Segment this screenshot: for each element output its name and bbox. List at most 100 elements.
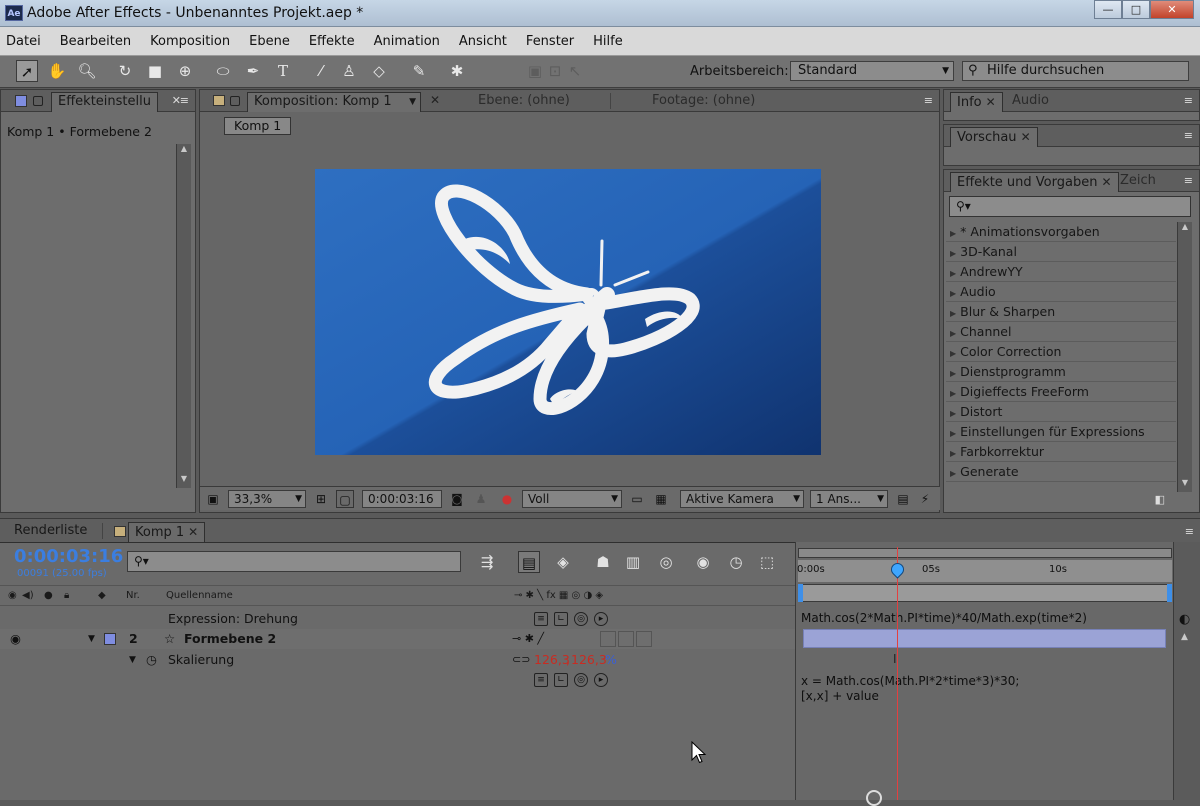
scroll-down-icon[interactable]: ▼ <box>1178 478 1192 492</box>
effect-controls-scrollbar[interactable]: ▲ ▼ <box>176 144 191 488</box>
workspace-dropdown[interactable]: Standard ▼ <box>790 61 954 81</box>
auto-keyframe-icon[interactable]: ◷ <box>725 551 747 573</box>
rotate-tool-icon[interactable]: ↻ <box>114 60 136 82</box>
skalierung-property-row[interactable]: ▼ ◷ Skalierung ⊂⊃ 126,3 , 126,3 % <box>0 650 795 670</box>
layer-switch-box[interactable] <box>600 631 616 647</box>
graph-editor-icon[interactable]: ⬚ <box>756 551 778 573</box>
snapshot-camera-icon[interactable]: ◙ <box>448 490 466 508</box>
tab-character[interactable]: Zeich <box>1114 172 1162 192</box>
clone-stamp-tool-icon[interactable]: ♙ <box>338 60 360 82</box>
hand-tool-icon[interactable]: ✋ <box>46 60 68 82</box>
camera-tool-icon[interactable]: ■ <box>144 60 166 82</box>
effect-item[interactable]: ▶ AndrewYY <box>946 262 1176 282</box>
panel-menu-icon[interactable]: ≡ <box>1185 525 1194 538</box>
effect-item[interactable]: ▶ Digieffects FreeForm <box>946 382 1176 402</box>
region-of-interest-icon[interactable]: ▭ <box>628 490 646 508</box>
comp-mini-flowchart-icon[interactable]: ⇶ <box>476 551 498 573</box>
transparency-grid-icon[interactable]: ▦ <box>652 490 670 508</box>
effect-item[interactable]: ▶ Farbkorrektur <box>946 442 1176 462</box>
column-source-name[interactable]: Quellenname <box>166 590 233 601</box>
puppet-pin-tool-icon[interactable]: ✱ <box>446 60 468 82</box>
current-time-field[interactable]: 0:00:03:16 <box>362 490 442 508</box>
composition-flow-button[interactable]: Komp 1 <box>224 117 292 135</box>
minimize-button[interactable]: — <box>1094 0 1122 19</box>
tab-composition[interactable]: Komposition: Komp 1 ▼ <box>247 92 421 112</box>
close-button[interactable]: ✕ <box>1150 0 1194 19</box>
tab-preview[interactable]: Vorschau ✕ <box>950 127 1038 147</box>
expression-pickwhip-icon[interactable]: ◎ <box>574 673 588 687</box>
label-tag-icon[interactable]: ◆ <box>98 590 106 601</box>
layer-switch-box[interactable] <box>618 631 634 647</box>
expression-skalierung-row[interactable]: ≡ ∟ ◎ ▸ <box>0 670 795 690</box>
panel-menu-icon[interactable]: ≡ <box>1184 174 1193 187</box>
layer-duration-bar[interactable] <box>803 629 1166 648</box>
menu-bearbeiten[interactable]: Bearbeiten <box>58 34 133 49</box>
comp-marker-bin-icon[interactable]: ◐ <box>1179 612 1190 627</box>
effect-item[interactable]: ▶ Einstellungen für Expressions <box>946 422 1176 442</box>
stopwatch-icon[interactable]: ◷ <box>146 650 157 670</box>
work-area-end-handle[interactable] <box>1167 584 1172 602</box>
current-time-indicator[interactable] <box>897 547 898 800</box>
work-area-bar[interactable] <box>798 584 1172 602</box>
always-preview-icon[interactable]: ▣ <box>204 490 222 508</box>
tab-render-queue[interactable]: Renderliste <box>8 522 93 542</box>
effect-item[interactable]: ▶ Distort <box>946 402 1176 422</box>
new-folder-icon[interactable]: ◧ <box>1155 493 1165 506</box>
pen-tool-icon[interactable]: ✒ <box>242 60 264 82</box>
timeline-search-input[interactable]: ⚲▾ <box>127 551 461 572</box>
lock-icon[interactable] <box>230 96 240 106</box>
effect-item[interactable]: ▶ Blur & Sharpen <box>946 302 1176 322</box>
zoom-slider-knob[interactable] <box>866 790 882 806</box>
lock-icon[interactable]: 🔒︎ <box>64 590 69 601</box>
effect-item[interactable]: ▶ Dienstprogramm <box>946 362 1176 382</box>
safe-zones-icon[interactable]: ⊞ <box>312 490 330 508</box>
collapse-triangle-icon[interactable]: ▼ <box>88 629 95 649</box>
help-search-input[interactable]: ⚲ Hilfe durchsuchen <box>962 61 1189 81</box>
scroll-up-icon[interactable]: ▲ <box>177 144 191 158</box>
pan-behind-tool-icon[interactable]: ⊕ <box>174 60 196 82</box>
time-navigator-bar[interactable] <box>798 548 1172 558</box>
panel-menu-icon[interactable]: ≡ <box>924 94 933 107</box>
frame-blending-icon[interactable]: ▥ <box>622 551 644 573</box>
scale-value-y[interactable]: 126,3 <box>571 650 607 670</box>
menu-datei[interactable]: Datei <box>4 34 43 49</box>
expression-graph-icon[interactable]: ∟ <box>554 673 568 687</box>
camera-view-dropdown[interactable]: Aktive Kamera ▼ <box>680 490 804 508</box>
column-nr[interactable]: Nr. <box>126 590 140 601</box>
menu-animation[interactable]: Animation <box>372 34 442 49</box>
expression-enable-icon[interactable]: ≡ <box>534 673 548 687</box>
collapse-triangle-icon[interactable]: ▼ <box>129 650 136 670</box>
tab-info[interactable]: Info ✕ <box>950 92 1003 112</box>
scroll-down-icon[interactable]: ▼ <box>177 474 191 488</box>
expression-pickwhip-icon[interactable]: ◎ <box>574 612 588 626</box>
menu-fenster[interactable]: Fenster <box>524 34 576 49</box>
menu-effekte[interactable]: Effekte <box>307 34 357 49</box>
selection-tool-icon[interactable]: ➚ <box>16 60 38 82</box>
tab-audio[interactable]: Audio <box>1006 92 1055 112</box>
magnification-dropdown[interactable]: 33,3% ▼ <box>228 490 306 508</box>
scroll-up-icon[interactable]: ▲ <box>1181 632 1188 642</box>
brush-tool-icon[interactable]: ⁄ <box>310 60 332 82</box>
effects-scrollbar[interactable]: ▲ ▼ <box>1177 222 1192 492</box>
panel-menu-icon[interactable]: ≡ <box>1184 129 1193 142</box>
eraser-tool-icon[interactable]: ◇ <box>368 60 390 82</box>
view-layout-dropdown[interactable]: 1 Ans... ▼ <box>810 490 888 508</box>
toggle-pixel-aspect-icon[interactable]: ▤ <box>894 490 912 508</box>
tab-layer[interactable]: Ebene: (ohne) <box>472 92 576 112</box>
expression-drehung-text[interactable]: Math.cos(2*Math.PI*time)*40/Math.exp(tim… <box>801 611 1087 625</box>
effect-item[interactable]: ▶ Channel <box>946 322 1176 342</box>
tab-komp-1[interactable]: Komp 1 ✕ <box>128 522 206 542</box>
menu-komposition[interactable]: Komposition <box>148 34 232 49</box>
menu-ansicht[interactable]: Ansicht <box>457 34 509 49</box>
work-area-start-handle[interactable] <box>798 584 803 602</box>
expression-enable-icon[interactable]: ≡ <box>534 612 548 626</box>
panel-menu-icon[interactable]: ≡ <box>180 94 189 107</box>
video-visible-icon[interactable]: ◉ <box>10 629 21 649</box>
video-toggle-icon[interactable]: ◉ <box>8 590 17 601</box>
effect-item[interactable]: ▶ Generate <box>946 462 1176 482</box>
layer-label-color[interactable] <box>104 633 116 645</box>
ellipse-tool-icon[interactable]: ⬭ <box>212 60 234 82</box>
effect-item[interactable]: ▶ Color Correction <box>946 342 1176 362</box>
live-update-icon[interactable]: ▤ <box>518 551 540 573</box>
hide-shy-layers-icon[interactable]: ☗ <box>592 551 614 573</box>
